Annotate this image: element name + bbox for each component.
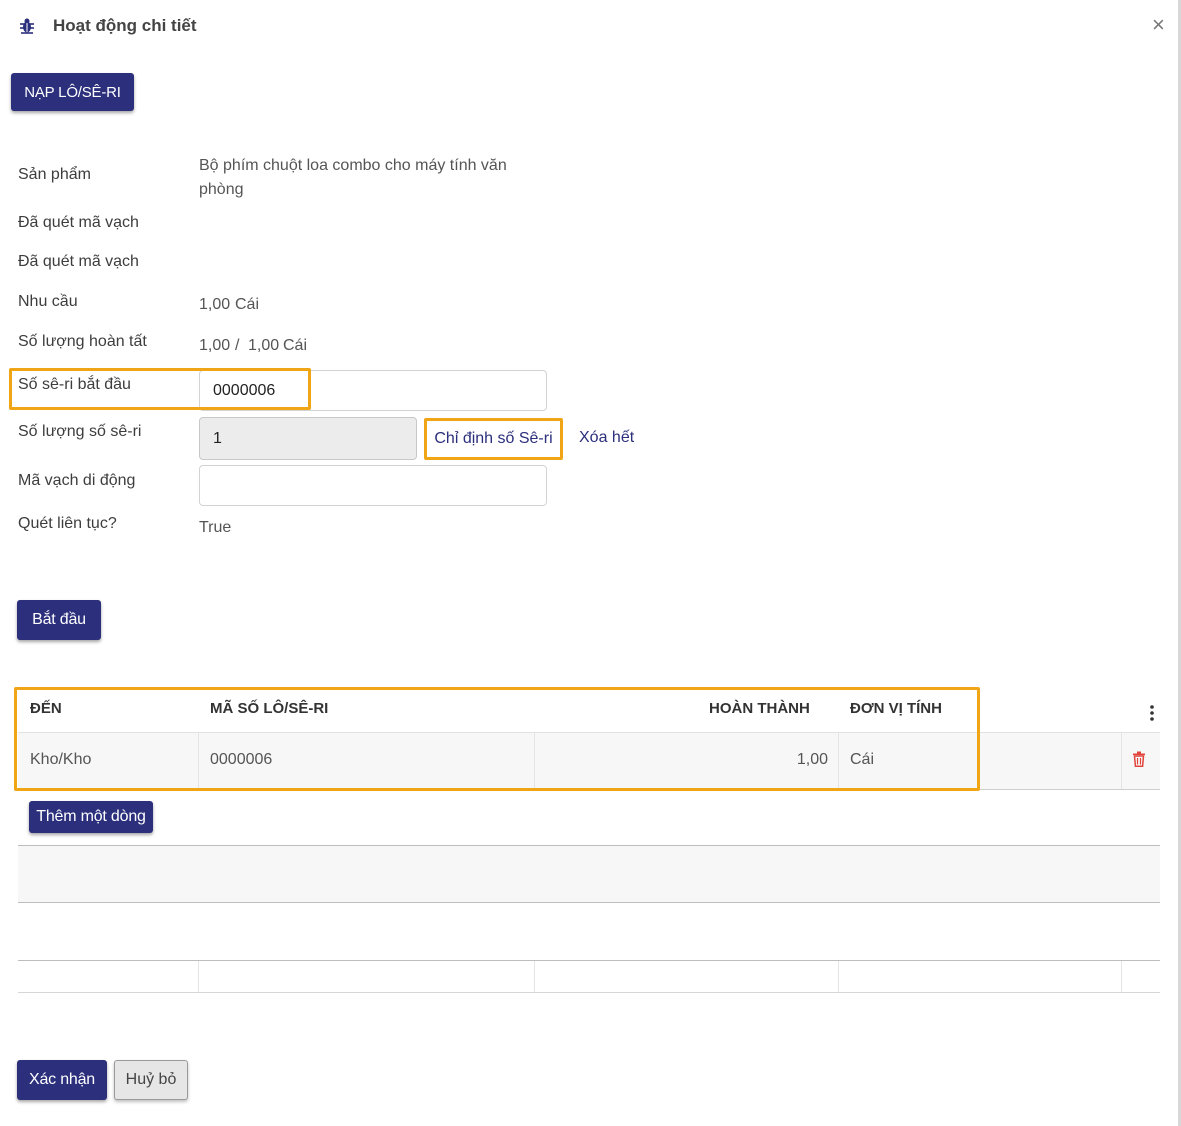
cell-divider [838, 961, 839, 992]
done-qty-label: Số lượng hoàn tất [18, 333, 147, 350]
trash-icon[interactable] [1132, 751, 1146, 767]
dialog-title: Hoạt động chi tiết [53, 16, 197, 35]
close-icon[interactable]: × [1152, 12, 1165, 38]
product-value-line1: Bộ phím chuột loa combo cho máy tính văn [199, 157, 507, 174]
add-line-button[interactable]: Thêm một dòng [29, 801, 153, 833]
cell-divider [1121, 733, 1122, 789]
cell-divider [534, 961, 535, 992]
load-lot-serial-button[interactable]: NẠP LÔ/SÊ-RI [11, 73, 134, 111]
demand-qty: 1,00 [199, 296, 231, 313]
column-options-icon[interactable] [1148, 704, 1156, 722]
mobile-barcode-label: Mã vạch di động [18, 472, 136, 489]
cell-divider [198, 961, 199, 992]
assign-serial-label: Chỉ định số Sê-ri [434, 430, 553, 447]
table-divider [18, 960, 1160, 961]
demand-uom: Cái [235, 296, 260, 313]
done-qty-separator: / [235, 337, 240, 354]
scanned-barcode-label-1: Đã quét mã vạch [18, 214, 139, 231]
done-qty-uom: Cái [283, 337, 308, 354]
table-highlight [14, 687, 980, 791]
serial-count-input[interactable]: 1 [199, 417, 417, 460]
demand-label: Nhu cầu [18, 293, 78, 310]
scanned-barcode-label-2: Đã quét mã vạch [18, 253, 139, 270]
table-footer-divider [18, 992, 1160, 993]
start-button[interactable]: Bắt đầu [17, 600, 101, 640]
cell-divider [1121, 961, 1122, 992]
serial-count-value: 1 [213, 429, 222, 447]
serial-count-label: Số lượng số sê-ri [18, 423, 142, 440]
clear-all-button[interactable]: Xóa hết [579, 429, 634, 447]
bug-icon [17, 16, 37, 36]
done-qty-total: 1,00 [248, 337, 280, 354]
product-value-line2: phòng [199, 181, 244, 198]
empty-row [18, 903, 1160, 960]
continuous-scan-label: Quét liên tục? [18, 515, 117, 532]
assign-serial-button[interactable]: Chỉ định số Sê-ri [424, 418, 563, 460]
product-label: Sản phẩm [18, 166, 91, 183]
done-qty: 1,00 [199, 337, 231, 354]
continuous-scan-value: True [199, 519, 232, 536]
confirm-button[interactable]: Xác nhận [17, 1060, 107, 1100]
empty-row [18, 846, 1160, 902]
mobile-barcode-input[interactable] [199, 465, 547, 506]
cancel-button[interactable]: Huỷ bỏ [114, 1060, 188, 1100]
start-serial-highlight [9, 368, 311, 410]
